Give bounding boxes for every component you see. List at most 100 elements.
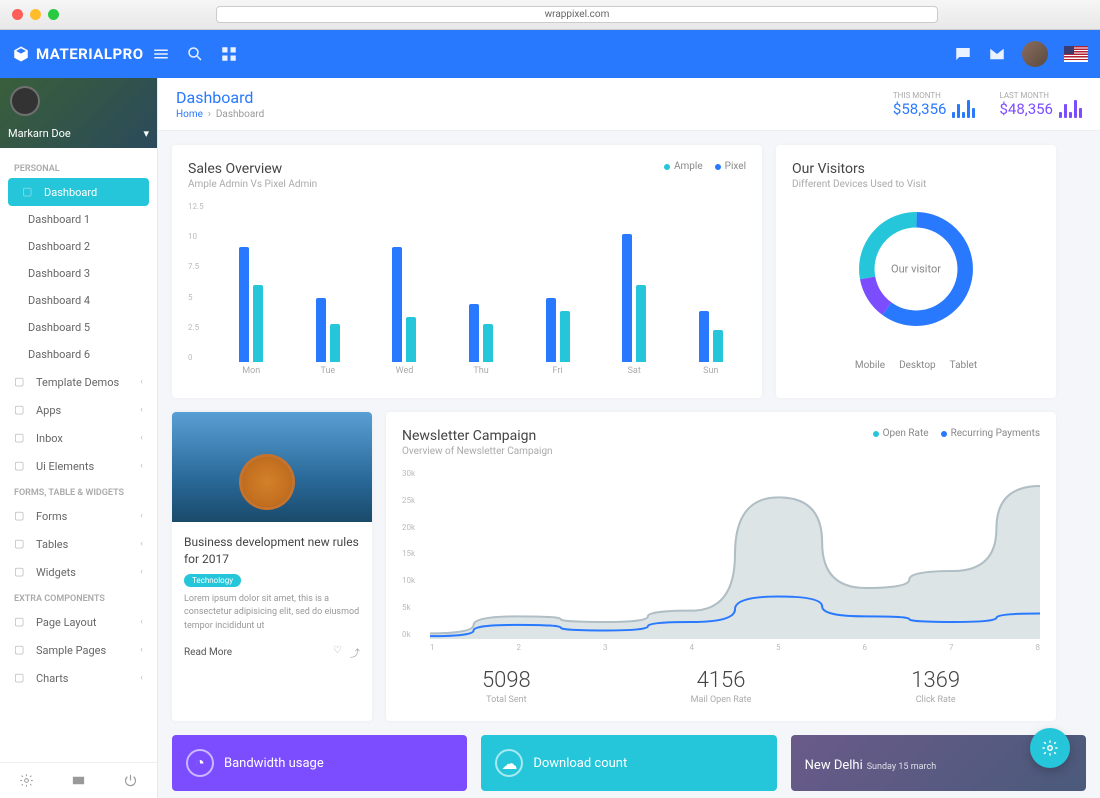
- nav-icon: ▢: [14, 643, 28, 657]
- newsletter-area-chart: 30k25k20k15k10k5k0k: [402, 469, 1040, 639]
- sales-title: Sales Overview: [188, 161, 317, 177]
- newsletter-card: Newsletter Campaign Overview of Newslett…: [386, 412, 1056, 721]
- newsletter-subtitle: Overview of Newsletter Campaign: [402, 446, 553, 457]
- chevron-icon: ‹: [140, 567, 143, 577]
- chevron-icon: ‹: [140, 433, 143, 443]
- page-header: Dashboard Home › Dashboard THIS MONTH $5…: [158, 78, 1100, 131]
- brand-text: MATERIALPRO: [36, 45, 144, 63]
- sidebar-item[interactable]: ▢Charts‹: [0, 664, 157, 692]
- sales-bar-chart: 12.5107.552.50 MonTueWedThuFriSatSun: [188, 202, 746, 382]
- sparkline-last-month: [1059, 100, 1082, 118]
- flag-us[interactable]: [1064, 46, 1088, 62]
- nav-icon: ▢: [14, 615, 28, 629]
- news-image: [172, 412, 372, 522]
- breadcrumb: Home › Dashboard: [176, 109, 264, 120]
- stat: 4156Mail Open Rate: [691, 668, 752, 705]
- gauge-icon: ◔: [186, 749, 214, 777]
- sidebar-item[interactable]: ▢Widgets‹: [0, 558, 157, 586]
- mail-icon[interactable]: [988, 45, 1006, 63]
- sparkline-this-month: [952, 100, 975, 118]
- nav-icon: ▢: [14, 375, 28, 389]
- sidebar-section: PERSONAL: [0, 156, 157, 178]
- sales-subtitle: Ample Admin Vs Pixel Admin: [188, 179, 317, 190]
- nav-icon: ▢: [22, 185, 36, 199]
- sidebar-item[interactable]: ▢Apps‹: [0, 396, 157, 424]
- breadcrumb-current: Dashboard: [216, 109, 264, 120]
- read-more-link[interactable]: Read More: [184, 647, 232, 658]
- nav-icon: ▢: [14, 459, 28, 473]
- sidebar-item[interactable]: Dashboard 2: [0, 233, 157, 260]
- news-title: Business development new rules for 2017: [184, 534, 360, 568]
- maximize-window[interactable]: [48, 9, 59, 20]
- visitors-title: Our Visitors: [792, 161, 1040, 177]
- page-title: Dashboard: [176, 88, 264, 107]
- search-icon[interactable]: [186, 45, 204, 63]
- heart-icon[interactable]: ♡: [333, 645, 342, 660]
- newsletter-title: Newsletter Campaign: [402, 428, 553, 444]
- user-name: Markarn Doe: [8, 127, 71, 140]
- user-avatar[interactable]: [1022, 41, 1048, 67]
- nav-icon: ▢: [14, 671, 28, 685]
- sidebar-item[interactable]: Dashboard 3: [0, 260, 157, 287]
- sidebar-item[interactable]: ▢Forms‹: [0, 502, 157, 530]
- sidebar-item[interactable]: Dashboard 6: [0, 341, 157, 368]
- visitors-subtitle: Different Devices Used to Visit: [792, 179, 1040, 190]
- fab-settings[interactable]: [1030, 728, 1070, 768]
- sales-overview-card: Sales Overview Ample Admin Vs Pixel Admi…: [172, 145, 762, 398]
- sales-legend: Ample Pixel: [664, 161, 746, 172]
- gear-icon: [1041, 739, 1059, 757]
- newsletter-legend: Open Rate Recurring Payments: [873, 428, 1040, 439]
- sidebar-item[interactable]: ▢Ui Elements‹: [0, 452, 157, 480]
- settings-icon[interactable]: [19, 773, 34, 788]
- minimize-window[interactable]: [30, 9, 41, 20]
- profile-header[interactable]: Markarn Doe ▾: [0, 78, 157, 148]
- sidebar-item[interactable]: Dashboard 5: [0, 314, 157, 341]
- sidebar-item[interactable]: ▢Dashboard: [8, 178, 149, 206]
- chevron-icon: ‹: [140, 673, 143, 683]
- power-icon[interactable]: [123, 773, 138, 788]
- download-tile[interactable]: ☁ Download count: [481, 735, 776, 791]
- nav-icon: ▢: [14, 565, 28, 579]
- news-card: Business development new rules for 2017 …: [172, 412, 372, 721]
- sidebar-item[interactable]: ▢Inbox‹: [0, 424, 157, 452]
- sidebar-item[interactable]: ▢Tables‹: [0, 530, 157, 558]
- chevron-icon: ‹: [140, 617, 143, 627]
- nav-icon: ▢: [14, 403, 28, 417]
- metric-last-month: LAST MONTH $48,356: [999, 91, 1082, 118]
- chevron-icon: ‹: [140, 511, 143, 521]
- brand-logo[interactable]: MATERIALPRO: [12, 45, 152, 63]
- sidebar-item[interactable]: Dashboard 4: [0, 287, 157, 314]
- nav-icon: ▢: [14, 509, 28, 523]
- profile-avatar: [10, 86, 40, 116]
- visitors-donut: Our visitor: [851, 204, 981, 334]
- close-window[interactable]: [12, 9, 23, 20]
- topbar: MATERIALPRO: [0, 30, 1100, 78]
- sidebar-item[interactable]: ▢Page Layout‹: [0, 608, 157, 636]
- breadcrumb-home[interactable]: Home: [176, 109, 203, 120]
- visitors-card: Our Visitors Different Devices Used to V…: [776, 145, 1056, 398]
- url-bar[interactable]: wrappixel.com: [216, 6, 938, 23]
- sidebar: Markarn Doe▾ PERSONAL▢DashboardDashboard…: [0, 78, 158, 798]
- chevron-icon: ‹: [140, 645, 143, 655]
- apps-icon[interactable]: [220, 45, 238, 63]
- mail-footer-icon[interactable]: [71, 773, 86, 788]
- sidebar-section: EXTRA COMPONENTS: [0, 586, 157, 608]
- metric-this-month: THIS MONTH $58,356: [893, 91, 976, 118]
- sidebar-section: FORMS, TABLE & WIDGETS: [0, 480, 157, 502]
- news-tag[interactable]: Technology: [184, 574, 241, 587]
- share-icon[interactable]: ⤴: [350, 645, 360, 660]
- chevron-icon: ‹: [140, 405, 143, 415]
- stat: 1369Click Rate: [911, 668, 960, 705]
- sidebar-item[interactable]: ▢Template Demos‹: [0, 368, 157, 396]
- menu-icon[interactable]: [152, 45, 170, 63]
- logo-icon: [12, 45, 30, 63]
- chevron-down-icon: ▾: [143, 127, 149, 140]
- sidebar-item[interactable]: ▢Sample Pages‹: [0, 636, 157, 664]
- sidebar-item[interactable]: Dashboard 1: [0, 206, 157, 233]
- bandwidth-tile[interactable]: ◔ Bandwidth usage: [172, 735, 467, 791]
- chevron-icon: ‹: [140, 539, 143, 549]
- browser-chrome: wrappixel.com: [0, 0, 1100, 30]
- messages-icon[interactable]: [954, 45, 972, 63]
- nav-icon: ▢: [14, 431, 28, 445]
- sidebar-footer: [0, 762, 157, 798]
